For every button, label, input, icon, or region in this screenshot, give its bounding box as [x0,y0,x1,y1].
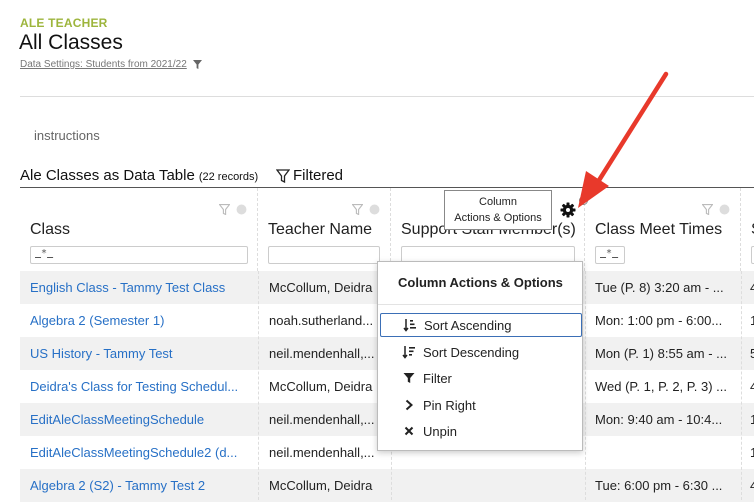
column-filter-icon[interactable] [219,204,230,215]
menu-title: Column Actions & Options [398,275,563,290]
menu-divider [378,304,582,305]
class-link[interactable]: EditAleClassMeetingSchedule [30,412,258,427]
teacher-cell: neil.mendenhall,... [269,445,375,460]
partial-cell: 4 [750,280,754,295]
menu-item-label: Pin Right [423,397,476,413]
menu-item-unpin[interactable]: Unpin [380,419,582,443]
column-filter-icon[interactable] [702,204,713,215]
column-gear-icon[interactable] [369,204,380,215]
meet-times-filter-input[interactable]: * [595,246,625,264]
column-filter-icon[interactable] [352,204,363,215]
page-title: All Classes [19,31,123,54]
column-divider [258,271,259,500]
partial-cell: 1 [750,412,754,427]
column-header-partial[interactable]: S [741,188,754,271]
meet-times-cell: Wed (P. 1, P. 2, P. 3) ... [595,379,728,394]
table-title-text: Ale Classes as Data Table [20,167,195,184]
chevron-right-icon [399,399,419,411]
class-link[interactable]: English Class - Tammy Test Class [30,280,258,295]
table-title: Ale Classes as Data Table (22 records) [20,167,258,184]
meet-times-cell: Mon: 1:00 pm - 6:00... [595,313,723,328]
column-gear-icon[interactable] [719,204,730,215]
teacher-cell: McCollum, Deidra [269,379,373,394]
meet-times-cell: Mon (P. 1) 8:55 am - ... [595,346,727,361]
sort-ascending-icon [400,318,420,332]
class-link[interactable]: US History - Tammy Test [30,346,258,361]
menu-item-label: Unpin [423,423,457,439]
partial-cell: 4 [750,478,754,493]
menu-item-pin-right[interactable]: Pin Right [380,393,582,417]
filtered-indicator[interactable]: Filtered [276,167,343,184]
teacher-filter-input[interactable] [268,246,380,264]
meet-times-cell: Tue (P. 8) 3:20 am - ... [595,280,724,295]
meet-times-cell: Tue: 6:00 pm - 6:30 ... [595,478,723,493]
app-label: ALE TEACHER [20,16,108,30]
column-gear-icon[interactable] [236,204,247,215]
column-divider [741,271,742,500]
column-title[interactable]: Class [30,221,70,239]
column-title[interactable]: Class Meet Times [595,221,722,239]
column-header-teacher-name[interactable]: Teacher Name [258,188,391,271]
data-settings-link[interactable]: Data Settings: Students from 2021/22 [20,59,187,70]
filtered-label: Filtered [293,167,344,184]
table-row: Algebra 2 (S2) - Tammy Test 2 McCollum, … [20,469,754,502]
data-settings[interactable]: Data Settings: Students from 2021/22 [20,59,202,70]
menu-item-label: Sort Ascending [424,317,512,333]
annotation-arrow [578,71,669,208]
teacher-cell: neil.mendenhall,... [269,346,375,361]
menu-item-sort-ascending[interactable]: Sort Ascending [380,313,582,337]
filter-icon [276,168,290,183]
partial-cell: 1 [750,313,754,328]
teacher-cell: McCollum, Deidra [269,478,373,493]
column-actions-tooltip: Column Actions & Options [444,190,552,230]
menu-item-label: Sort Descending [423,344,520,360]
filter-icon [399,372,419,384]
teacher-cell: noah.sutherland... [269,313,374,328]
record-count: (22 records) [198,171,259,183]
instructions-toggle[interactable]: instructions [34,128,100,143]
column-divider [585,271,586,500]
partial-cell: 1 [750,445,754,460]
teacher-cell: McCollum, Deidra [269,280,373,295]
sort-descending-icon [399,345,419,359]
class-filter-input[interactable]: * [30,246,248,264]
menu-item-label: Filter [423,370,452,386]
class-link[interactable]: Deidra's Class for Testing Schedul... [30,379,258,394]
filter-placeholder: * [41,248,48,259]
meet-times-cell: Mon: 9:40 am - 10:4... [595,412,723,427]
close-icon [399,426,419,436]
class-link[interactable]: EditAleClassMeetingSchedule2 (d... [30,445,258,460]
filter-icon[interactable] [192,60,202,69]
partial-cell: 4 [750,379,754,394]
menu-item-sort-descending[interactable]: Sort Descending [380,340,582,364]
menu-item-filter[interactable]: Filter [380,366,582,390]
column-title[interactable]: Teacher Name [268,221,372,239]
partial-cell: 5 [750,346,754,361]
column-actions-menu: Column Actions & Options Sort Ascending … [377,261,583,451]
class-link[interactable]: Algebra 2 (S2) - Tammy Test 2 [30,478,258,493]
filter-placeholder: * [606,248,613,259]
class-link[interactable]: Algebra 2 (Semester 1) [30,313,258,328]
column-header-class[interactable]: Class * [20,188,258,271]
teacher-cell: neil.mendenhall,... [269,412,375,427]
